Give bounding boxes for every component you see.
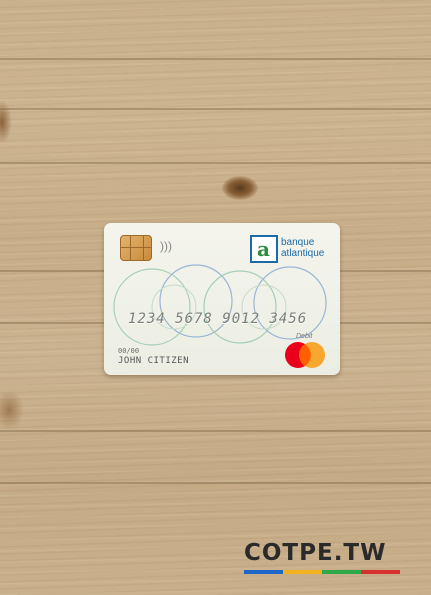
watermark-bar-green bbox=[322, 570, 361, 574]
watermark-color-bar bbox=[244, 570, 400, 574]
expiry-date: 00/00 bbox=[118, 347, 140, 355]
watermark-bar-red bbox=[361, 570, 400, 574]
wood-knot bbox=[0, 390, 24, 430]
wood-plank-seam bbox=[0, 162, 431, 164]
bank-logo-icon: a bbox=[250, 235, 278, 263]
svg-text:a: a bbox=[257, 237, 270, 261]
bank-name-line2: atlantique bbox=[281, 248, 325, 259]
cardholder-name: JOHN CITIZEN bbox=[118, 356, 190, 366]
watermark-bar-yellow bbox=[283, 570, 322, 574]
watermark-bar-blue bbox=[244, 570, 283, 574]
wood-plank-seam bbox=[0, 430, 431, 432]
emv-chip-icon bbox=[120, 235, 152, 261]
wood-knot bbox=[0, 100, 12, 144]
bank-name: banque atlantique bbox=[281, 237, 324, 259]
debit-card: ))) a banque atlantique 1234 5678 9012 3… bbox=[104, 223, 340, 375]
wood-plank-seam bbox=[0, 108, 431, 110]
card-number: 1234 5678 9012 3456 bbox=[128, 311, 308, 327]
wood-knot bbox=[222, 176, 258, 200]
mastercard-logo-icon bbox=[285, 342, 325, 368]
bank-name-line1: banque bbox=[281, 237, 315, 248]
card-type-label: Debit bbox=[296, 333, 313, 340]
wood-plank-seam bbox=[0, 58, 431, 60]
contactless-icon: ))) bbox=[160, 239, 172, 253]
watermark-text: COTPE.TW bbox=[244, 540, 387, 566]
wood-plank-seam bbox=[0, 482, 431, 484]
